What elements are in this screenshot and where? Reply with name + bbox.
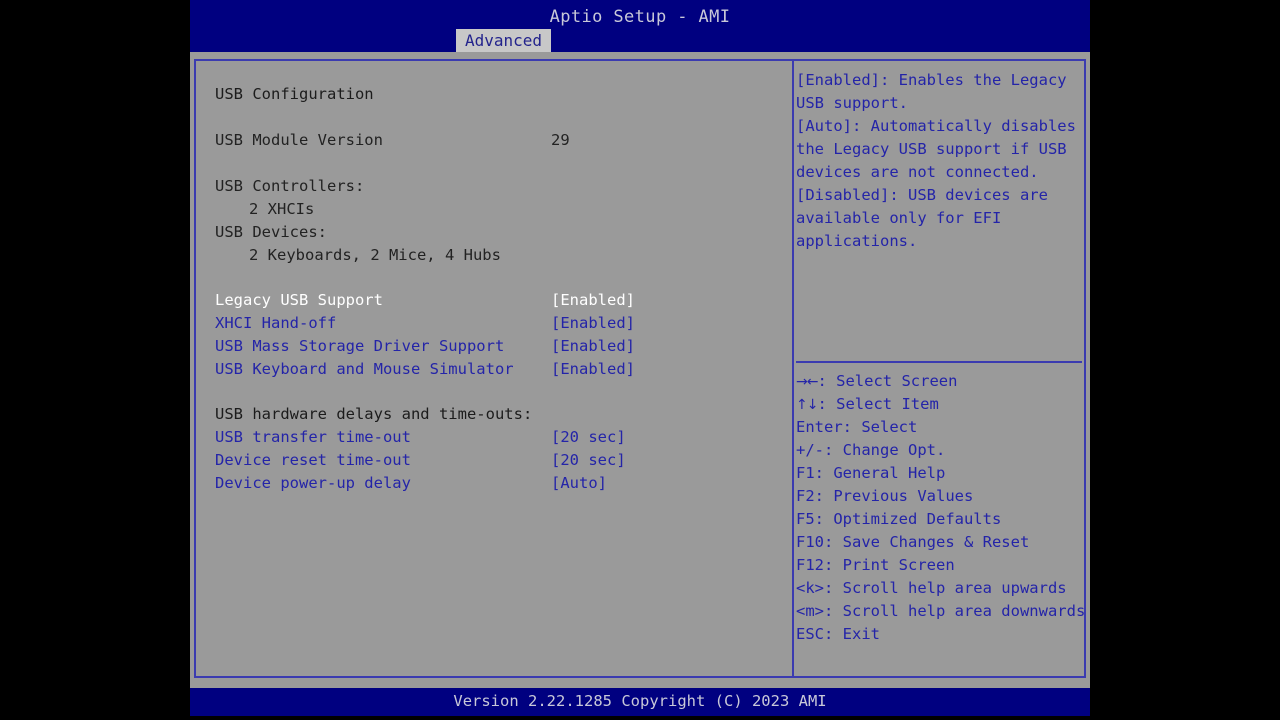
key-description: : Optimized Defaults	[814, 510, 1002, 528]
option-label: Legacy USB Support	[215, 291, 383, 309]
key-legend-row: →←: Select Screen	[796, 370, 1084, 393]
key-name: F2	[796, 487, 815, 505]
key-description: : Select Item	[817, 395, 939, 413]
key-legend-row: Enter: Select	[796, 416, 1084, 439]
usb-devices-detail-row: 2 Keyboards, 2 Mice, 4 Hubs	[249, 244, 501, 267]
usb-controllers-detail: 2 XHCIs	[249, 200, 315, 218]
key-description: : Change Opt.	[824, 441, 946, 459]
option-label: USB Keyboard and Mouse Simulator	[215, 360, 514, 378]
key-description: : Print Screen	[824, 556, 955, 574]
option-value[interactable]: [Enabled]	[551, 358, 635, 381]
option-label: USB Mass Storage Driver Support	[215, 337, 505, 355]
info-value: 29	[551, 131, 570, 149]
body-area: USB Configuration USB Module Version 29 …	[190, 52, 1090, 686]
title-bar: Aptio Setup - AMI Advanced	[190, 0, 1090, 52]
key-description: : General Help	[814, 464, 946, 482]
footer-bar: Version 2.22.1285 Copyright (C) 2023 AMI	[190, 688, 1090, 716]
option-row-device-power-up-delay[interactable]: Device power-up delay [Auto]	[215, 472, 607, 495]
key-name: <k>	[796, 579, 824, 597]
key-legend-row: F12: Print Screen	[796, 554, 1084, 577]
key-name: F12	[796, 556, 824, 574]
key-description: : Select	[842, 418, 918, 436]
option-value[interactable]: [Enabled]	[551, 335, 635, 358]
key-name: Enter	[796, 418, 843, 436]
section-title-row: USB Configuration	[215, 83, 374, 106]
key-name: F10	[796, 533, 824, 551]
key-legend-row: <k>: Scroll help area upwards	[796, 577, 1084, 600]
help-description: [Enabled]: Enables the Legacy USB suppor…	[796, 71, 1076, 250]
info-row-module-version: USB Module Version 29	[215, 129, 570, 152]
tab-advanced[interactable]: Advanced	[456, 29, 552, 52]
key-description: : Select Screen	[817, 372, 958, 390]
tab-strip: Advanced	[190, 29, 1090, 52]
info-label: USB Module Version	[215, 131, 383, 149]
usb-controllers-detail-row: 2 XHCIs	[249, 198, 342, 221]
option-value[interactable]: [20 sec]	[551, 426, 626, 449]
key-legend-row: ↑↓: Select Item	[796, 393, 1084, 416]
page-title: Aptio Setup - AMI	[549, 7, 731, 27]
key-name: F1	[796, 464, 815, 482]
key-arrow-glyph: →←	[796, 374, 818, 390]
key-legend-row: ESC: Exit	[796, 623, 1084, 646]
help-separator	[796, 361, 1082, 363]
option-row-device-reset-time-out[interactable]: Device reset time-out [20 sec]	[215, 449, 626, 472]
option-row-xhci-hand-off[interactable]: XHCI Hand-off [Enabled]	[215, 312, 635, 335]
panel-frame: USB Configuration USB Module Version 29 …	[194, 59, 1086, 678]
usb-devices-detail: 2 Keyboards, 2 Mice, 4 Hubs	[249, 246, 501, 264]
key-arrow-glyph: ↑↓	[796, 397, 818, 413]
key-description: : Exit	[824, 625, 880, 643]
option-label: USB transfer time-out	[215, 428, 411, 446]
option-value[interactable]: [Enabled]	[551, 289, 635, 312]
key-name: +/-	[796, 441, 824, 459]
key-legend-row: F1: General Help	[796, 462, 1084, 485]
key-name: F5	[796, 510, 815, 528]
option-value[interactable]: [20 sec]	[551, 449, 626, 472]
option-label: Device reset time-out	[215, 451, 411, 469]
usb-controllers-label: USB Controllers:	[215, 177, 365, 195]
usb-devices-row: USB Devices:	[215, 221, 327, 244]
key-legend-row: F10: Save Changes & Reset	[796, 531, 1084, 554]
delays-heading: USB hardware delays and time-outs:	[215, 405, 533, 423]
delays-heading-row: USB hardware delays and time-outs:	[215, 403, 532, 426]
key-description: : Scroll help area downwards	[824, 602, 1084, 620]
option-label: XHCI Hand-off	[215, 314, 337, 332]
option-row-usb-mass-storage-driver-support[interactable]: USB Mass Storage Driver Support [Enabled…	[215, 335, 635, 358]
key-description: : Previous Values	[814, 487, 974, 505]
option-value[interactable]: [Enabled]	[551, 312, 635, 335]
option-label: Device power-up delay	[215, 474, 411, 492]
settings-panel: USB Configuration USB Module Version 29 …	[196, 61, 792, 676]
bios-setup-screen: Aptio Setup - AMI Advanced USB Configura…	[190, 0, 1090, 716]
key-legend-row: F2: Previous Values	[796, 485, 1084, 508]
option-value[interactable]: [Auto]	[551, 472, 607, 495]
usb-devices-label: USB Devices:	[215, 223, 327, 241]
usb-controllers-row: USB Controllers:	[215, 175, 364, 198]
option-row-usb-transfer-time-out[interactable]: USB transfer time-out [20 sec]	[215, 426, 626, 449]
key-description: : Save Changes & Reset	[824, 533, 1030, 551]
option-row-usb-keyboard-and-mouse-simulator[interactable]: USB Keyboard and Mouse Simulator [Enable…	[215, 358, 635, 381]
key-legend-row: F5: Optimized Defaults	[796, 508, 1084, 531]
section-title: USB Configuration	[215, 85, 374, 103]
option-row-legacy-usb-support[interactable]: Legacy USB Support [Enabled]	[215, 289, 635, 312]
key-name: ESC	[796, 625, 824, 643]
key-legend: →←: Select Screen ↑↓: Select Item Enter: S…	[796, 370, 1084, 646]
key-legend-row: +/-: Change Opt.	[796, 439, 1084, 462]
key-legend-row: <m>: Scroll help area downwards	[796, 600, 1084, 623]
version-text: Version 2.22.1285 Copyright (C) 2023 AMI	[453, 692, 827, 710]
key-name: <m>	[796, 602, 824, 620]
key-description: : Scroll help area upwards	[824, 579, 1067, 597]
help-panel: [Enabled]: Enables the Legacy USB suppor…	[794, 61, 1084, 676]
